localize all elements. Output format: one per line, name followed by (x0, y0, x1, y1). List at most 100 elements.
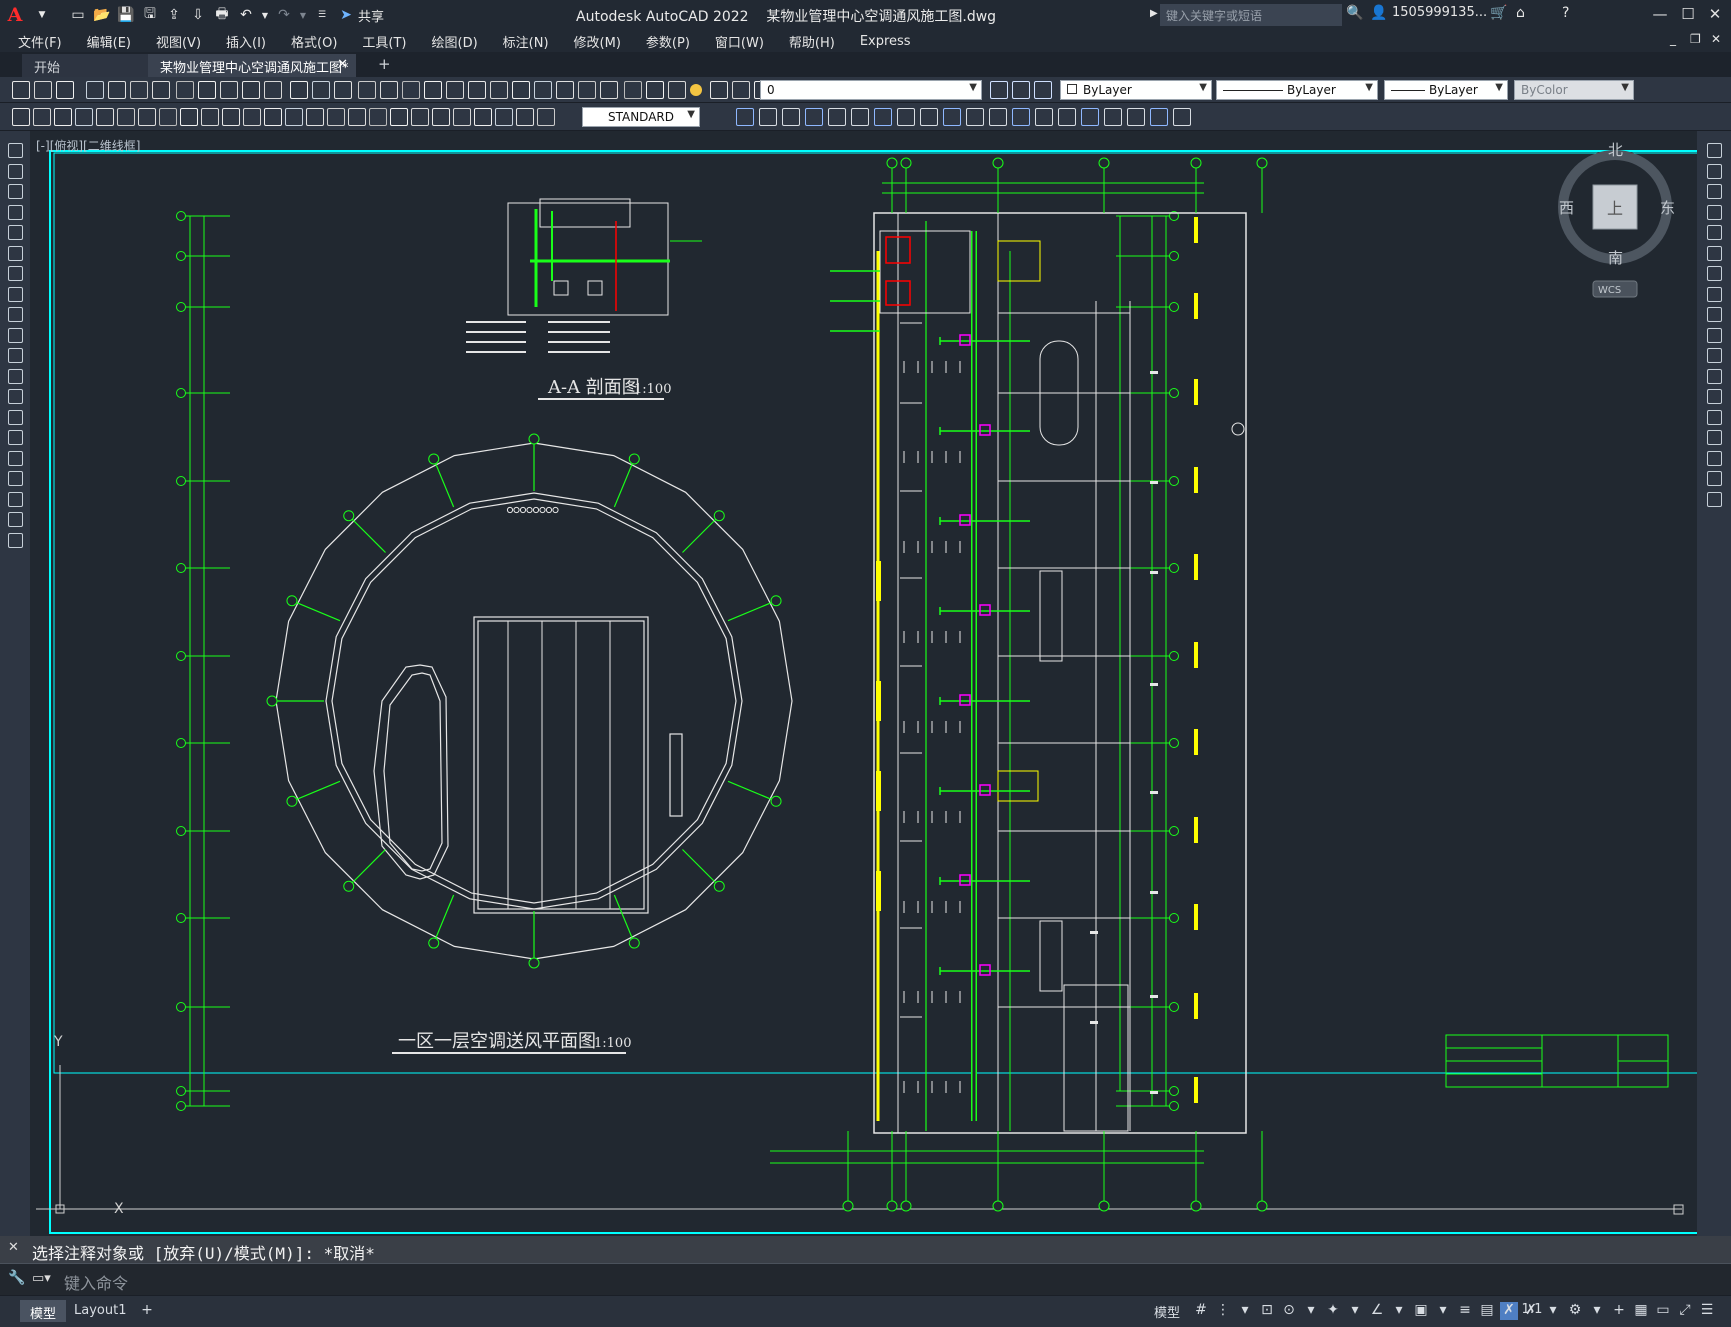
status-toggle-icon[interactable]: ▭ (1654, 1302, 1672, 1320)
layer-tool-icon[interactable] (1034, 81, 1052, 99)
modify-tool-icon[interactable] (1707, 348, 1722, 363)
status-toggle-icon[interactable]: ✦ (1324, 1302, 1342, 1320)
layer-state-icon[interactable] (690, 84, 702, 96)
modify-tool-icon[interactable] (1058, 108, 1076, 126)
tab-model[interactable]: 模型 (20, 1300, 67, 1322)
draw-tool-icon[interactable] (8, 491, 23, 507)
draw-tool-icon[interactable] (8, 512, 23, 527)
tab-close-icon[interactable]: ✕ (337, 57, 348, 72)
plotstyle-dropdown[interactable]: ByColor ▼ (1514, 80, 1634, 100)
modify-tool-icon[interactable] (851, 108, 869, 126)
new-tab-button[interactable]: + (366, 54, 403, 77)
dimension-tool-icon[interactable] (327, 108, 345, 126)
toolbar-tool-icon[interactable] (358, 81, 376, 99)
user-name[interactable]: 1505999135... (1392, 5, 1487, 20)
toolbar-tool-icon[interactable] (578, 81, 596, 99)
add-layout-icon[interactable]: + (138, 1302, 156, 1320)
draw-tool-icon[interactable] (8, 184, 23, 199)
status-toggle-icon[interactable]: ▣ (1412, 1302, 1430, 1320)
modify-tool-icon[interactable] (1707, 286, 1722, 302)
minimize-icon[interactable]: — (1648, 2, 1672, 26)
annotation-scale[interactable]: 1:1 (1520, 1302, 1544, 1320)
dimension-tool-icon[interactable] (537, 108, 555, 126)
compass-west[interactable]: 西 (1559, 199, 1574, 217)
modify-tool-icon[interactable] (1707, 184, 1722, 199)
layer-tool-icon[interactable] (1012, 81, 1030, 99)
menu-format[interactable]: 格式(O) (291, 32, 337, 51)
dimension-tool-icon[interactable] (453, 108, 471, 126)
menu-tools[interactable]: 工具(T) (362, 32, 406, 51)
tab-start[interactable]: 开始 (22, 54, 152, 77)
menu-dimension[interactable]: 标注(N) (503, 32, 549, 51)
status-toggle-icon[interactable]: ⊙ (1280, 1302, 1298, 1320)
draw-tool-icon[interactable] (8, 225, 23, 240)
modify-tool-icon[interactable] (1707, 266, 1722, 281)
toolbar-tool-icon[interactable] (600, 81, 618, 99)
modify-tool-icon[interactable] (989, 108, 1007, 126)
autocad-logo-icon[interactable]: A (0, 0, 30, 30)
modify-tool-icon[interactable] (1707, 204, 1722, 220)
draw-tool-icon[interactable] (8, 245, 23, 261)
status-toggle-icon[interactable]: # (1192, 1302, 1210, 1320)
dimension-tool-icon[interactable] (180, 108, 198, 126)
toolbar-tool-icon[interactable] (402, 81, 420, 99)
toolbar-tool-icon[interactable] (152, 81, 170, 99)
modify-tool-icon[interactable] (874, 108, 892, 126)
menu-express[interactable]: Express (860, 34, 911, 49)
modify-tool-icon[interactable] (1707, 491, 1722, 507)
undo-icon[interactable]: ↶ (236, 5, 256, 25)
modify-tool-icon[interactable] (897, 108, 915, 126)
menu-help[interactable]: 帮助(H) (789, 32, 835, 51)
dimension-tool-icon[interactable] (75, 108, 93, 126)
cart-icon[interactable]: 🛒 (1490, 5, 1507, 21)
doc-restore-icon[interactable]: ❐ (1690, 32, 1701, 46)
toolbar-tool-icon[interactable] (710, 81, 728, 99)
draw-tool-icon[interactable] (8, 266, 23, 281)
doc-close-icon[interactable]: ✕ (1711, 32, 1721, 46)
modify-tool-icon[interactable] (1104, 108, 1122, 126)
command-input[interactable]: 键入命令 (64, 1270, 128, 1294)
modify-tool-icon[interactable] (1707, 163, 1722, 179)
dimension-tool-icon[interactable] (369, 108, 387, 126)
dimension-tool-icon[interactable] (201, 108, 219, 126)
status-toggle-icon[interactable]: ≡ (1456, 1302, 1474, 1320)
modify-tool-icon[interactable] (1127, 108, 1145, 126)
dimension-tool-icon[interactable] (516, 108, 534, 126)
open-web-icon[interactable]: ⇪ (164, 5, 184, 25)
draw-tool-icon[interactable] (8, 286, 23, 302)
modify-tool-icon[interactable] (966, 108, 984, 126)
modify-tool-icon[interactable] (1707, 245, 1722, 261)
doc-minimize-icon[interactable]: _ (1670, 32, 1676, 46)
status-toggle-icon[interactable]: ▾ (1346, 1302, 1364, 1320)
modify-tool-icon[interactable] (1707, 450, 1722, 466)
toolbar-tool-icon[interactable] (490, 81, 508, 99)
modify-tool-icon[interactable] (1707, 471, 1722, 486)
modify-tool-icon[interactable] (1081, 108, 1099, 126)
status-toggle-icon[interactable]: ▾ (1236, 1302, 1254, 1320)
modify-tool-icon[interactable] (1707, 409, 1722, 425)
redo-dropdown-icon[interactable]: ▼ (298, 5, 308, 25)
toolbar-tool-icon[interactable] (624, 81, 642, 99)
user-icon[interactable]: 👤 (1370, 5, 1387, 21)
color-dropdown[interactable]: ByLayer ▼ (1060, 80, 1212, 100)
dimension-tool-icon[interactable] (495, 108, 513, 126)
status-toggle-icon[interactable]: ✗ (1500, 1302, 1518, 1320)
dimension-tool-icon[interactable] (222, 108, 240, 126)
toolbar-tool-icon[interactable] (380, 81, 398, 99)
toolbar-tool-icon[interactable] (732, 81, 750, 99)
modify-tool-icon[interactable] (1707, 307, 1722, 322)
modify-tool-icon[interactable] (736, 108, 754, 126)
modify-tool-icon[interactable] (828, 108, 846, 126)
linetype-dropdown[interactable]: ByLayer ▼ (1216, 80, 1378, 100)
menu-draw[interactable]: 绘图(D) (432, 32, 478, 51)
drawing-canvas[interactable]: A-A 剖面图 1:100 一区一层空调送风平面图 1:100 Y X [-][… (30, 131, 1697, 1236)
viewcube[interactable]: 上 北 南 东 西 WCS (1555, 137, 1675, 307)
dimension-tool-icon[interactable] (474, 108, 492, 126)
toolbar-tool-icon[interactable] (512, 81, 530, 99)
modify-tool-icon[interactable] (759, 108, 777, 126)
status-toggle-icon[interactable]: ∠ (1368, 1302, 1386, 1320)
dimension-tool-icon[interactable] (96, 108, 114, 126)
toolbar-tool-icon[interactable] (312, 81, 330, 99)
draw-tool-icon[interactable] (8, 327, 23, 343)
modify-tool-icon[interactable] (1035, 108, 1053, 126)
